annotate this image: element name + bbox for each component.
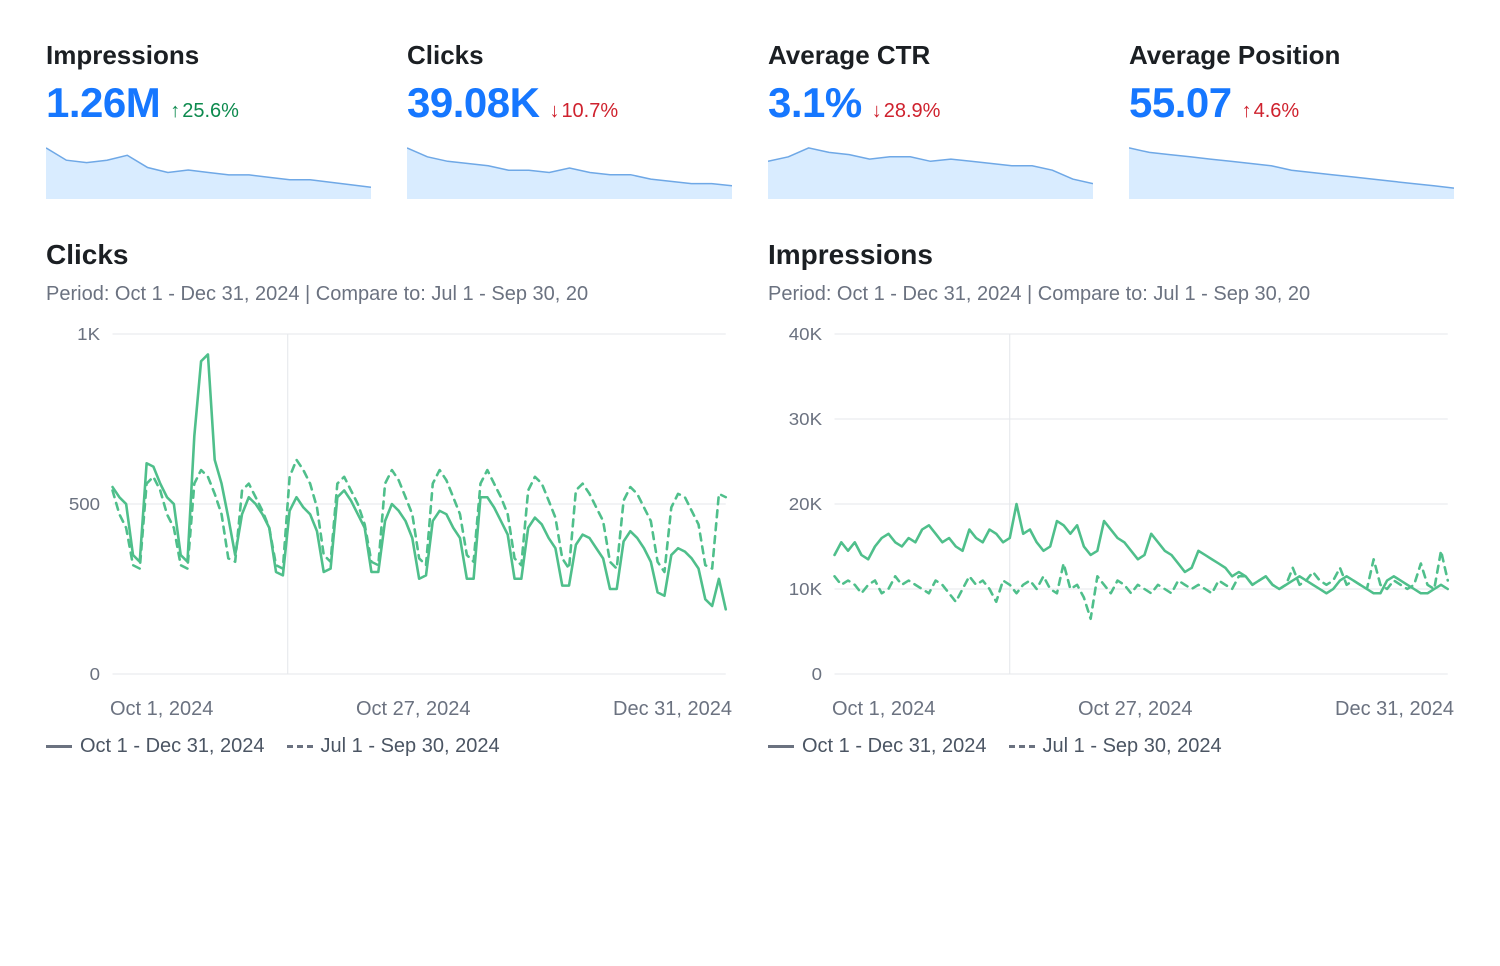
kpi-value-row: 3.1% ↓28.9% [768, 79, 1093, 127]
sparkline-ctr [768, 139, 1093, 199]
svg-text:0: 0 [812, 663, 822, 684]
sparkline-clicks [407, 139, 732, 199]
svg-text:500: 500 [69, 493, 100, 514]
sparkline-impressions [46, 139, 371, 199]
chart-title: Clicks [46, 239, 732, 271]
xaxis-mid: Oct 27, 2024 [356, 698, 471, 721]
legend-line-solid-icon [768, 745, 794, 748]
kpi-value-row: 55.07 ↑4.6% [1129, 79, 1454, 127]
kpi-value: 55.07 [1129, 79, 1232, 127]
charts-row: Clicks Period: Oct 1 - Dec 31, 2024 | Co… [46, 239, 1454, 758]
kpi-value: 39.08K [407, 79, 539, 127]
legend-line-dashed-icon [287, 745, 313, 748]
legend-item-current[interactable]: Oct 1 - Dec 31, 2024 [46, 735, 265, 758]
sparkline-position [1129, 139, 1454, 199]
legend-line-dashed-icon [1009, 745, 1035, 748]
kpi-delta: ↓10.7% [549, 100, 618, 123]
svg-text:20K: 20K [789, 493, 823, 514]
kpi-title: Average CTR [768, 40, 1093, 71]
xaxis-end: Dec 31, 2024 [613, 698, 732, 721]
xaxis-start: Oct 1, 2024 [832, 698, 935, 721]
kpi-row: Impressions 1.26M ↑25.6% Clicks 39.08K ↓… [46, 40, 1454, 199]
chart-subtitle: Period: Oct 1 - Dec 31, 2024 | Compare t… [768, 283, 1454, 306]
kpi-value-row: 39.08K ↓10.7% [407, 79, 732, 127]
chart-xaxis: Oct 1, 2024 Oct 27, 2024 Dec 31, 2024 [46, 684, 732, 735]
legend-item-current[interactable]: Oct 1 - Dec 31, 2024 [768, 735, 987, 758]
svg-text:40K: 40K [789, 324, 823, 344]
kpi-title: Clicks [407, 40, 732, 71]
kpi-value: 3.1% [768, 79, 862, 127]
kpi-clicks[interactable]: Clicks 39.08K ↓10.7% [407, 40, 732, 199]
kpi-delta: ↑25.6% [170, 100, 239, 123]
xaxis-end: Dec 31, 2024 [1335, 698, 1454, 721]
svg-text:0: 0 [90, 663, 100, 684]
kpi-title: Impressions [46, 40, 371, 71]
chart-xaxis: Oct 1, 2024 Oct 27, 2024 Dec 31, 2024 [768, 684, 1454, 735]
xaxis-start: Oct 1, 2024 [110, 698, 213, 721]
arrow-up-icon: ↑ [1242, 100, 1252, 123]
kpi-value-row: 1.26M ↑25.6% [46, 79, 371, 127]
svg-text:10K: 10K [789, 578, 823, 599]
chart-subtitle: Period: Oct 1 - Dec 31, 2024 | Compare t… [46, 283, 732, 306]
chart-title: Impressions [768, 239, 1454, 271]
arrow-down-icon: ↓ [872, 100, 882, 123]
kpi-delta: ↑4.6% [1242, 100, 1300, 123]
legend-line-solid-icon [46, 745, 72, 748]
chart-panel-clicks: Clicks Period: Oct 1 - Dec 31, 2024 | Co… [46, 239, 732, 758]
chart-clicks: 0 500 1K [46, 324, 732, 684]
kpi-value: 1.26M [46, 79, 160, 127]
kpi-title: Average Position [1129, 40, 1454, 71]
chart-legend: Oct 1 - Dec 31, 2024 Jul 1 - Sep 30, 202… [768, 735, 1454, 758]
legend-item-previous[interactable]: Jul 1 - Sep 30, 2024 [1009, 735, 1222, 758]
arrow-up-icon: ↑ [170, 100, 180, 123]
arrow-down-icon: ↓ [549, 100, 559, 123]
kpi-position[interactable]: Average Position 55.07 ↑4.6% [1129, 40, 1454, 199]
kpi-ctr[interactable]: Average CTR 3.1% ↓28.9% [768, 40, 1093, 199]
kpi-delta: ↓28.9% [872, 100, 941, 123]
chart-impressions: 0 10K 20K 30K 40K [768, 324, 1454, 684]
svg-text:30K: 30K [789, 408, 823, 429]
svg-text:1K: 1K [77, 324, 101, 344]
xaxis-mid: Oct 27, 2024 [1078, 698, 1193, 721]
chart-legend: Oct 1 - Dec 31, 2024 Jul 1 - Sep 30, 202… [46, 735, 732, 758]
kpi-impressions[interactable]: Impressions 1.26M ↑25.6% [46, 40, 371, 199]
legend-item-previous[interactable]: Jul 1 - Sep 30, 2024 [287, 735, 500, 758]
chart-panel-impressions: Impressions Period: Oct 1 - Dec 31, 2024… [768, 239, 1454, 758]
